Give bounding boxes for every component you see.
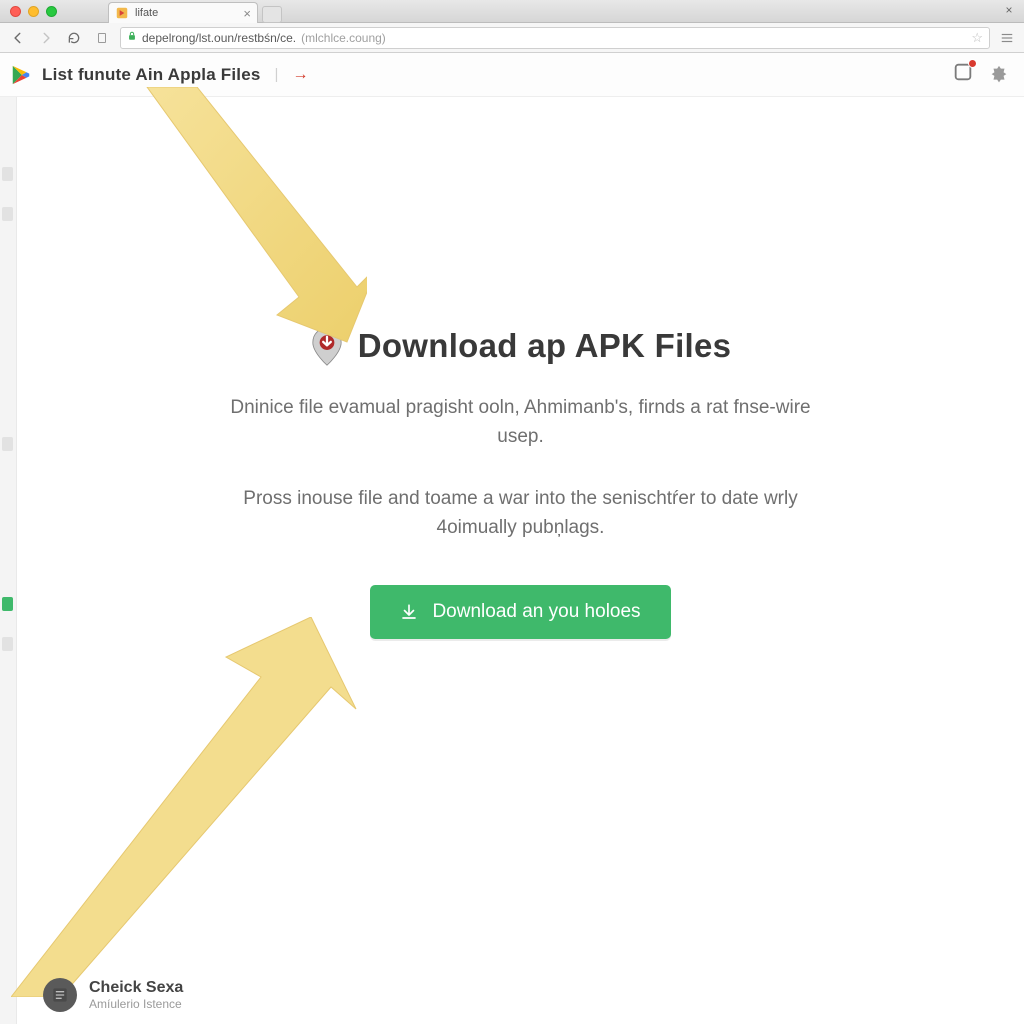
url-text-main: depelrong/lst.oun/restbśn/ce. (142, 31, 296, 45)
window-close-icon[interactable]: × (1000, 2, 1018, 18)
page-header: List funute Ain Appla Files | → (0, 53, 1024, 97)
window-controls-right: × (1000, 2, 1018, 18)
os-titlebar: lifate × × (0, 0, 1024, 23)
footer-author: Cheick Sexa Amíulerio Istence (43, 978, 183, 1012)
sidebar-stub (2, 207, 13, 221)
new-tab-button[interactable] (262, 6, 282, 23)
hero-section: Download ap APK Files Dninice file evamu… (17, 327, 1024, 639)
tab-close-icon[interactable]: × (243, 7, 251, 20)
toolbar-right (998, 29, 1016, 47)
home-button[interactable] (92, 28, 112, 48)
browser-tabstrip: lifate × (108, 2, 282, 23)
download-marker-icon (310, 327, 344, 365)
hero-paragraph-1: Dninice file evamual pragisht ooln, Ahmi… (221, 393, 821, 452)
sidebar-collapsed (0, 97, 16, 1024)
tab-favicon (115, 6, 129, 20)
sidebar-stub (2, 597, 13, 611)
avatar-icon (43, 978, 77, 1012)
page-content: Download ap APK Files Dninice file evamu… (16, 97, 1024, 1024)
url-text-rest: (mlchlce.coung) (301, 31, 386, 45)
forward-button[interactable] (36, 28, 56, 48)
header-arrow-icon: → (292, 66, 308, 84)
sidebar-stub (2, 637, 13, 651)
footer-name: Cheick Sexa (89, 979, 183, 997)
header-separator: | (275, 66, 279, 83)
download-button[interactable]: Download an you holoes (370, 585, 670, 639)
lock-icon (127, 30, 137, 45)
notification-badge (968, 59, 977, 68)
callout-arrow-top (137, 87, 367, 347)
tab-title: lifate (135, 7, 158, 19)
reload-icon (67, 31, 81, 45)
close-window-button[interactable] (10, 6, 21, 17)
extensions-icon[interactable] (988, 64, 1010, 86)
back-button[interactable] (8, 28, 28, 48)
arrow-right-icon (39, 31, 53, 45)
play-store-icon (10, 64, 32, 86)
download-icon (400, 602, 418, 622)
menu-icon[interactable] (998, 29, 1016, 47)
bookmark-star-icon[interactable]: ☆ (971, 30, 983, 46)
window-controls-mac (10, 6, 57, 17)
notifications-button[interactable] (952, 61, 974, 88)
callout-arrow-bottom (11, 617, 371, 997)
footer-subtitle: Amíulerio Istence (89, 997, 183, 1011)
reload-button[interactable] (64, 28, 84, 48)
browser-tab[interactable]: lifate × (108, 2, 258, 23)
sidebar-stub (2, 167, 13, 181)
sidebar-stub (2, 437, 13, 451)
minimize-window-button[interactable] (28, 6, 39, 17)
hero-paragraph-2: Pross inouse file and toame a war into t… (221, 484, 821, 543)
maximize-window-button[interactable] (46, 6, 57, 17)
download-button-label: Download an you holoes (432, 601, 640, 623)
hero-title: Download ap APK Files (358, 327, 732, 365)
page-icon (96, 32, 108, 44)
arrow-left-icon (11, 31, 25, 45)
address-bar[interactable]: depelrong/lst.oun/restbśn/ce. (mlchlce.c… (120, 27, 990, 49)
browser-toolbar: depelrong/lst.oun/restbśn/ce. (mlchlce.c… (0, 23, 1024, 53)
page-title: List funute Ain Appla Files (42, 65, 261, 85)
